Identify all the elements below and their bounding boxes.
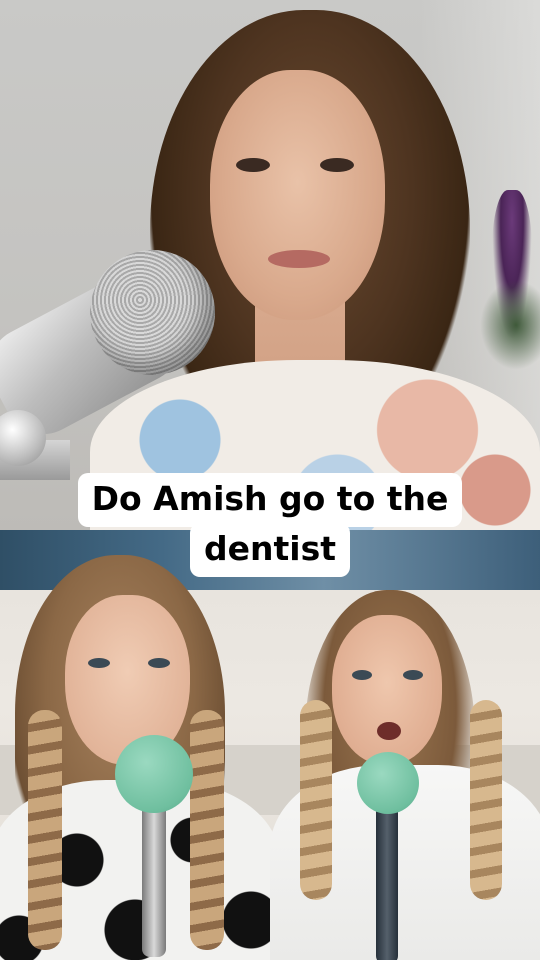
microphone-grille [90,250,215,375]
host-right-mouth [377,722,401,740]
speaker-lips [268,250,330,268]
host-left-eye [88,658,110,668]
microphone-handle [142,797,166,957]
host-right-eye [352,670,372,680]
microphone-foam [115,735,193,813]
video-frame[interactable]: Do Amish go to the dentist [0,0,540,960]
top-video-panel [0,0,540,530]
bottom-video-panel [0,530,540,960]
host-right-braid [470,700,502,900]
host-left-braid [190,710,224,950]
caption-overlay: Do Amish go to the dentist [0,473,540,577]
speaker-eye-left [236,158,270,172]
caption-line-2: dentist [190,523,350,577]
host-right-face [332,615,442,765]
plant-leaves [480,280,540,370]
caption-line-1: Do Amish go to the [77,473,463,527]
speaker-eye-right [320,158,354,172]
host-right-braid [300,700,332,900]
microphone-handle [376,804,398,960]
host-left-braid [28,710,62,950]
host-left-eye [148,658,170,668]
host-right-eye [403,670,423,680]
studio-microphone-icon [0,250,240,480]
microphone-foam [357,752,419,814]
